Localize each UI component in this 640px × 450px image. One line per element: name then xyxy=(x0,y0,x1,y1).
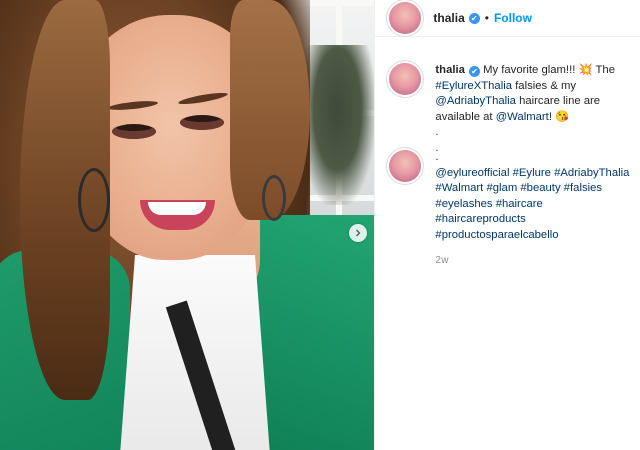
verified-badge-icon: ✔ xyxy=(468,66,480,77)
hashtag-comment-row: . @eylureofficial #Eylure #AdriabyThalia… xyxy=(389,150,630,269)
header-avatar[interactable] xyxy=(389,2,422,34)
photo-tree xyxy=(300,45,375,205)
carousel-next-button[interactable] xyxy=(349,224,367,242)
hashtag-link[interactable]: #Walmart xyxy=(435,182,483,194)
mention-link[interactable]: @eylureofficial xyxy=(435,167,509,179)
header-username[interactable]: thalia xyxy=(433,11,464,25)
header-separator: • xyxy=(484,11,489,25)
kiss-emoji: 😘 xyxy=(555,110,570,123)
post-header: thalia ✔ • Follow xyxy=(375,0,640,37)
verified-badge-icon: ✔ xyxy=(468,12,480,24)
caption-dot-line: . xyxy=(435,126,439,138)
caption-username[interactable]: thalia xyxy=(435,64,465,76)
hashtag-link[interactable]: #haircareproducts xyxy=(435,213,525,225)
caption-text: thalia ✔ My favorite glam!!! 💥 The #Eylur… xyxy=(435,63,630,156)
hashtag-link[interactable]: #glam xyxy=(486,182,517,194)
hashtag-link[interactable]: #Eylure xyxy=(513,167,551,179)
collision-emoji: 💥 xyxy=(578,64,593,76)
hashtag-link[interactable]: #AdriabyThalia xyxy=(554,167,629,179)
photo-earring-right xyxy=(262,175,286,221)
comment-text: . @eylureofficial #Eylure #AdriabyThalia… xyxy=(435,150,630,269)
caption-text-part: falsies & my xyxy=(512,79,577,92)
hashtag-link[interactable]: #haircare xyxy=(496,198,543,210)
caption-text-part: The xyxy=(592,64,615,76)
comment-avatar[interactable] xyxy=(389,150,422,182)
mention-link[interactable]: @AdriabyThalia xyxy=(435,95,516,107)
instagram-post: thalia ✔ • Follow thalia ✔ My favorite gl… xyxy=(0,0,640,450)
caption-text-part: My favorite glam!!! xyxy=(483,64,579,76)
hashtag-link[interactable]: #eyelashes xyxy=(435,198,492,210)
caption-dot-line: . xyxy=(435,151,439,163)
photo-earring-left xyxy=(78,168,110,232)
hashtag-link[interactable]: #falsies xyxy=(564,182,602,194)
photo-teeth xyxy=(148,202,206,215)
caption-avatar[interactable] xyxy=(389,63,422,95)
hashtag-link[interactable]: #beauty xyxy=(520,182,560,194)
hashtag-link[interactable]: #productosparaelcabello xyxy=(435,229,558,241)
post-timestamp[interactable]: 2w xyxy=(435,253,630,269)
caption-row: thalia ✔ My favorite glam!!! 💥 The #Eylur… xyxy=(389,63,630,156)
post-photo[interactable] xyxy=(0,0,375,450)
hashtag-link[interactable]: #EylureXThalia xyxy=(435,80,512,92)
photo-eye-left xyxy=(112,124,156,139)
mention-link[interactable]: @Walmart xyxy=(496,111,549,123)
post-side-panel: thalia ✔ • Follow thalia ✔ My favorite gl… xyxy=(374,0,640,450)
photo-eye-right xyxy=(180,115,224,130)
follow-button[interactable]: Follow xyxy=(494,11,532,25)
chevron-right-icon xyxy=(356,229,361,237)
